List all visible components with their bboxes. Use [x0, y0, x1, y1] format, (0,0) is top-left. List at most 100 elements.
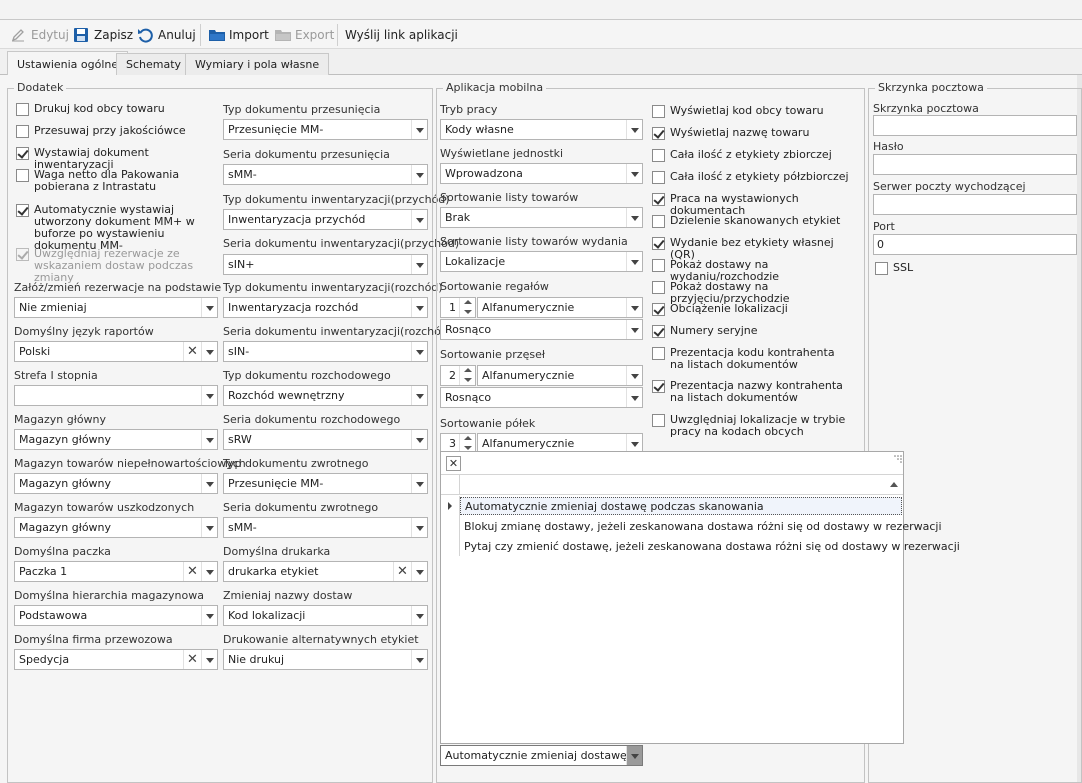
alt-label-printing-dropdown[interactable]: Nie drukuj	[223, 649, 428, 670]
rename-deliveries-dropdown[interactable]: Kod lokalizacji	[223, 605, 428, 626]
chevron-down-icon[interactable]	[411, 120, 427, 139]
reservation-basis-dropdown[interactable]: Nie zmieniaj	[14, 297, 218, 318]
list-item[interactable]: Pytaj czy zmienić dostawę, jeżeli zeskan…	[441, 536, 960, 556]
spinner-up-icon[interactable]	[460, 434, 475, 444]
close-icon[interactable]: ✕	[446, 456, 461, 471]
spinner-up-icon[interactable]	[460, 298, 475, 308]
chevron-down-icon[interactable]	[626, 164, 642, 183]
return-doc-series-dropdown[interactable]: sMM-	[223, 517, 428, 538]
checkbox-box[interactable]	[16, 204, 29, 217]
delivery-change-mode-dropdown[interactable]: Automatycznie zmieniaj dostawę po...	[440, 745, 643, 766]
chevron-down-icon[interactable]	[411, 606, 427, 625]
spinner-down-icon[interactable]	[460, 376, 475, 386]
chevron-down-icon[interactable]	[411, 298, 427, 317]
bays-sort-order-spinner[interactable]: 2	[440, 365, 476, 386]
checkbox-box[interactable]	[16, 147, 29, 160]
resize-grip-icon[interactable]	[894, 453, 902, 463]
work-mode-dropdown[interactable]: Kody własne	[440, 119, 643, 140]
spinner-up-icon[interactable]	[460, 366, 475, 376]
checkbox-show-product-name[interactable]: Wyświetlaj nazwę towaru	[652, 127, 862, 140]
list-item[interactable]: Automatycznie zmieniaj dostawę podczas s…	[441, 496, 903, 516]
report-language-dropdown[interactable]: Polski ✕	[14, 341, 218, 362]
chevron-down-icon[interactable]	[626, 252, 642, 271]
checkbox-auto-issue-mm-plus[interactable]: Automatycznie wystawiaj utworzony dokume…	[16, 204, 216, 252]
main-warehouse-dropdown[interactable]: Magazyn główny	[14, 429, 218, 450]
checkbox-box[interactable]	[16, 248, 29, 261]
bays-sort-type-dropdown[interactable]: Alfanumerycznie	[477, 365, 643, 386]
sort-ascending-icon[interactable]	[890, 482, 898, 487]
mailbox-input[interactable]	[873, 115, 1077, 136]
checkbox-print-foreign-code[interactable]: Drukuj kod obcy towaru	[16, 103, 211, 116]
edit-button[interactable]: Edytuj	[10, 24, 69, 46]
chevron-down-icon[interactable]	[411, 342, 427, 361]
chevron-down-icon[interactable]	[411, 430, 427, 449]
checkbox-box[interactable]	[652, 237, 665, 250]
checkbox-box[interactable]	[652, 259, 665, 272]
substandard-warehouse-dropdown[interactable]: Magazyn główny	[14, 473, 218, 494]
chevron-down-icon[interactable]	[411, 650, 427, 669]
checkbox-split-scanned-labels[interactable]: Dzielenie skanowanych etykiet	[652, 215, 862, 228]
checkbox-consider-reservations[interactable]: Uwzględniaj rezerwacje ze wskazaniem dos…	[16, 248, 211, 284]
checkbox-box[interactable]	[652, 347, 665, 360]
checkbox-serial-numbers[interactable]: Numery seryjne	[652, 325, 862, 338]
checkbox-box[interactable]	[16, 125, 29, 138]
inventory-in-doc-series-dropdown[interactable]: sIN+	[223, 254, 428, 275]
checkbox-show-contractor-name[interactable]: Prezentacja nazwy kontrahenta na listach…	[652, 380, 847, 404]
spinner-down-icon[interactable]	[460, 308, 475, 318]
default-printer-dropdown[interactable]: drukarka etykiet ✕	[223, 561, 428, 582]
cancel-button[interactable]: Anuluj	[137, 24, 196, 46]
chevron-down-icon[interactable]	[626, 388, 642, 407]
clear-icon[interactable]: ✕	[393, 562, 411, 581]
checkbox-box[interactable]	[652, 105, 665, 118]
chevron-down-icon[interactable]	[201, 606, 217, 625]
transfer-doc-series-dropdown[interactable]: sMM-	[223, 164, 428, 185]
transfer-doc-type-dropdown[interactable]: Przesunięcie MM-	[223, 119, 428, 140]
chevron-down-icon[interactable]	[626, 298, 642, 317]
checkbox-full-qty-collective-label[interactable]: Cała ilość z etykiety zbiorczej	[652, 149, 862, 162]
tab-general-settings[interactable]: Ustawienia ogólne	[7, 51, 129, 76]
clear-icon[interactable]: ✕	[183, 562, 201, 581]
damaged-warehouse-dropdown[interactable]: Magazyn główny	[14, 517, 218, 538]
checkbox-ssl[interactable]: SSL	[875, 262, 955, 275]
inventory-out-doc-series-dropdown[interactable]: sIN-	[223, 341, 428, 362]
checkbox-box[interactable]	[652, 380, 665, 393]
product-sort-dropdown[interactable]: Brak	[440, 207, 643, 228]
racks-sort-type-dropdown[interactable]: Alfanumerycznie	[477, 297, 643, 318]
warehouse-hierarchy-dropdown[interactable]: Podstawowa	[14, 605, 218, 626]
default-carrier-dropdown[interactable]: Spedycja ✕	[14, 649, 218, 670]
checkbox-box[interactable]	[652, 281, 665, 294]
chevron-down-icon[interactable]	[201, 386, 217, 405]
chevron-down-icon[interactable]	[626, 366, 642, 385]
export-button[interactable]: Export	[274, 24, 334, 46]
tab-dimensions-custom-fields[interactable]: Wymiary i pola własne	[185, 53, 330, 75]
checkbox-box[interactable]	[16, 169, 29, 182]
checkbox-locations-on-foreign-codes[interactable]: Uwzględniaj lokalizacje w trybie pracy n…	[652, 414, 857, 438]
chevron-down-icon[interactable]	[626, 746, 642, 765]
send-app-link-button[interactable]: Wyślij link aplikacji	[345, 24, 458, 46]
return-doc-type-dropdown[interactable]: Przesunięcie MM-	[223, 473, 428, 494]
checkbox-move-on-quality[interactable]: Przesuwaj przy jakościówce	[16, 125, 211, 138]
password-input[interactable]	[873, 154, 1077, 175]
displayed-units-dropdown[interactable]: Wprowadzona	[440, 163, 643, 184]
chevron-down-icon[interactable]	[201, 650, 217, 669]
popup-column-header[interactable]	[441, 475, 903, 495]
checkbox-box[interactable]	[652, 171, 665, 184]
checkbox-show-foreign-code[interactable]: Wyświetlaj kod obcy towaru	[652, 105, 862, 118]
chevron-down-icon[interactable]	[201, 430, 217, 449]
chevron-down-icon[interactable]	[411, 165, 427, 184]
checkbox-box[interactable]	[652, 149, 665, 162]
checkbox-location-load[interactable]: Obciążenie lokalizacji	[652, 303, 862, 316]
chevron-down-icon[interactable]	[411, 255, 427, 274]
chevron-down-icon[interactable]	[201, 342, 217, 361]
issue-product-sort-dropdown[interactable]: Lokalizacje	[440, 251, 643, 272]
chevron-down-icon[interactable]	[626, 320, 642, 339]
racks-sort-order-spinner[interactable]: 1	[440, 297, 476, 318]
chevron-down-icon[interactable]	[201, 562, 217, 581]
checkbox-box[interactable]	[652, 303, 665, 316]
save-button[interactable]: Zapisz	[73, 24, 133, 46]
chevron-down-icon[interactable]	[411, 518, 427, 537]
inventory-in-doc-type-dropdown[interactable]: Inwentaryzacja przychód	[223, 209, 428, 230]
checkbox-box[interactable]	[652, 414, 665, 427]
chevron-down-icon[interactable]	[626, 120, 642, 139]
checkbox-box[interactable]	[652, 127, 665, 140]
